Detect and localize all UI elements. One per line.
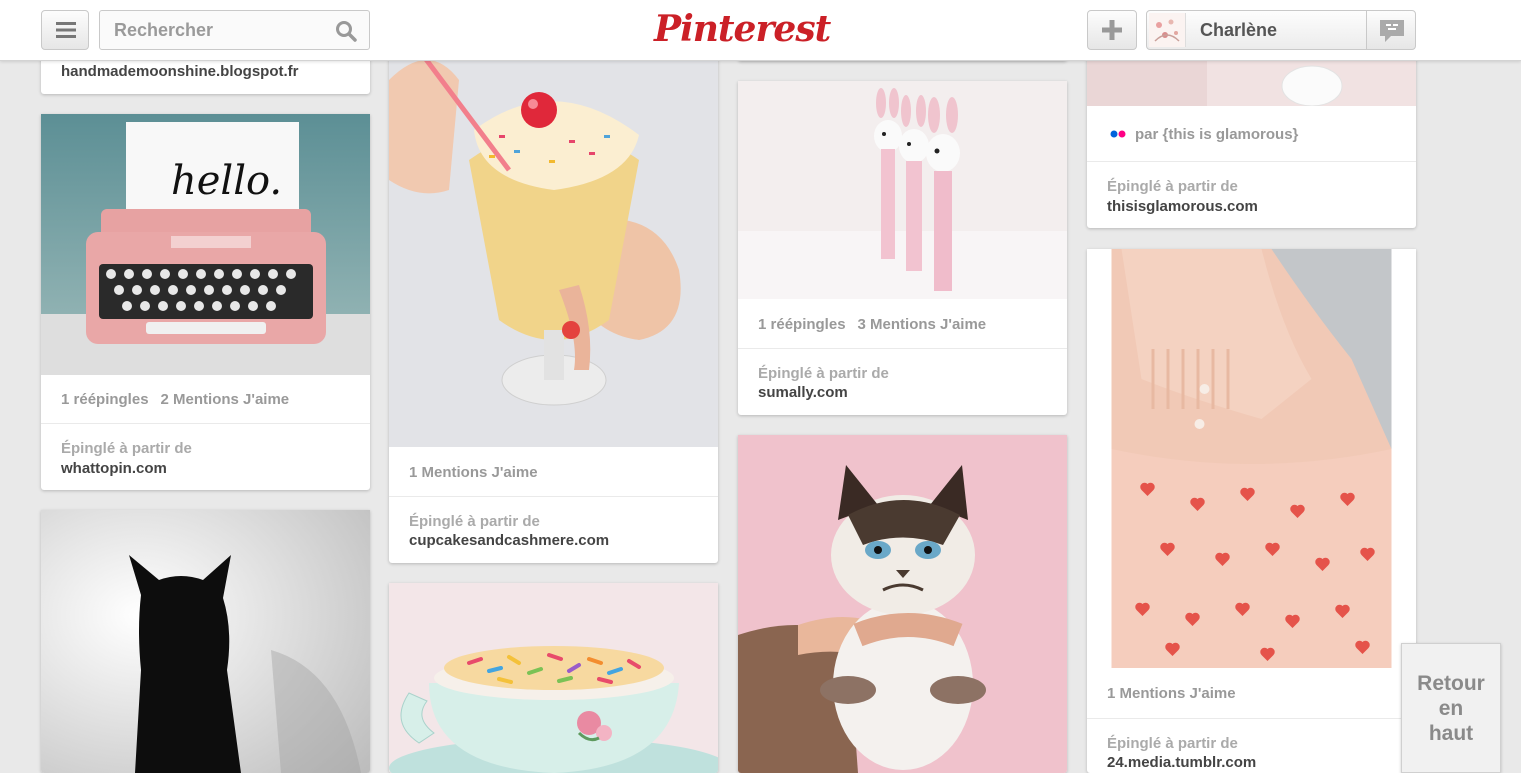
like-count[interactable]: 1 Mentions J'aime [1107, 685, 1236, 702]
back-to-top-line-3: haut [1428, 722, 1474, 745]
pin-source[interactable]: whattopin.com [61, 460, 167, 477]
pin-source[interactable]: thisisglamorous.com [1107, 198, 1258, 215]
pin-attribution[interactable]: par {this is glamorous} [1107, 126, 1298, 143]
pinned-from-label: Épinglé à partir de [1107, 735, 1238, 752]
search-input[interactable] [100, 11, 334, 49]
search-icon[interactable] [335, 20, 357, 42]
pinned-from-label: Épinglé à partir de [1107, 178, 1238, 195]
like-count[interactable]: 3 Mentions J'aime [858, 316, 987, 333]
repin-count[interactable]: 1 réépingles [61, 391, 149, 408]
plus-icon [1102, 20, 1122, 40]
pin-card-grumpy-cat[interactable] [738, 435, 1067, 773]
avatar [1149, 13, 1186, 47]
pin-source[interactable]: sumally.com [758, 384, 848, 401]
pin-image-heart-dress[interactable] [1087, 249, 1416, 668]
pin-card-typewriter[interactable]: hello. 1 réépingles 2 Mentions J'aime Épi… [41, 114, 370, 490]
pin-card-glamorous[interactable]: par {this is glamorous} Épinglé à partir… [1087, 40, 1416, 228]
pin-source[interactable]: 24.media.tumblr.com [1107, 754, 1256, 771]
pin-stats: 1 Mentions J'aime [1107, 685, 1236, 702]
divider [389, 496, 718, 497]
like-count[interactable]: 1 Mentions J'aime [409, 464, 538, 481]
divider [41, 423, 370, 424]
back-to-top-button[interactable]: Retour en haut [1401, 643, 1501, 773]
pin-card-kitten[interactable] [41, 510, 370, 773]
svg-text:hello.: hello. [171, 158, 282, 204]
search-box[interactable] [99, 10, 370, 50]
pin-source[interactable]: handmademoonshine.blogspot.fr [61, 63, 299, 80]
divider [738, 348, 1067, 349]
top-header: Pinterest Charlène [0, 0, 1521, 61]
pin-stats: 1 réépingles 3 Mentions J'aime [758, 316, 986, 333]
like-count[interactable]: 2 Mentions J'aime [161, 391, 290, 408]
flickr-icon [1110, 130, 1126, 138]
pin-attribution-text[interactable]: par {this is glamorous} [1135, 126, 1298, 143]
repin-count[interactable]: 1 réépingles [758, 316, 846, 333]
pin-image-kitten[interactable] [41, 510, 370, 773]
pin-stats: 1 Mentions J'aime [409, 464, 538, 481]
notifications-icon [1380, 20, 1404, 42]
pin-stats: 1 réépingles 2 Mentions J'aime [61, 391, 289, 408]
user-name: Charlène [1200, 20, 1278, 40]
pinterest-logo[interactable]: Pinterest [654, 6, 831, 52]
pin-card-sundae[interactable]: 1 Mentions J'aime Épinglé à partir de cu… [389, 40, 718, 563]
add-pin-button[interactable] [1087, 10, 1137, 50]
user-menu-button[interactable]: Charlène [1146, 10, 1368, 50]
notifications-button[interactable] [1366, 10, 1416, 50]
menu-button[interactable] [41, 10, 89, 50]
hamburger-icon [56, 22, 76, 38]
pinned-from-label: Épinglé à partir de [409, 513, 540, 530]
pin-image-teacup[interactable] [389, 583, 718, 773]
pinned-from-label: Épinglé à partir de [61, 440, 192, 457]
pin-image-pez[interactable] [738, 81, 1067, 299]
back-to-top-line-2: en [1438, 697, 1464, 720]
pin-card-teacup[interactable] [389, 583, 718, 773]
pinned-from-label: Épinglé à partir de [758, 365, 889, 382]
pin-source[interactable]: cupcakesandcashmere.com [409, 532, 609, 549]
divider [1087, 161, 1416, 162]
pin-image-sundae[interactable] [389, 40, 718, 447]
back-to-top-line-1: Retour [1417, 672, 1485, 695]
pin-image-grumpy-cat[interactable] [738, 435, 1067, 773]
pin-card-pez[interactable]: 1 réépingles 3 Mentions J'aime Épinglé à … [738, 81, 1067, 415]
pin-card-heart-dress[interactable]: 1 Mentions J'aime Épinglé à partir de 24… [1087, 249, 1416, 773]
pin-image-typewriter[interactable]: hello. [41, 114, 370, 375]
divider [1087, 718, 1416, 719]
